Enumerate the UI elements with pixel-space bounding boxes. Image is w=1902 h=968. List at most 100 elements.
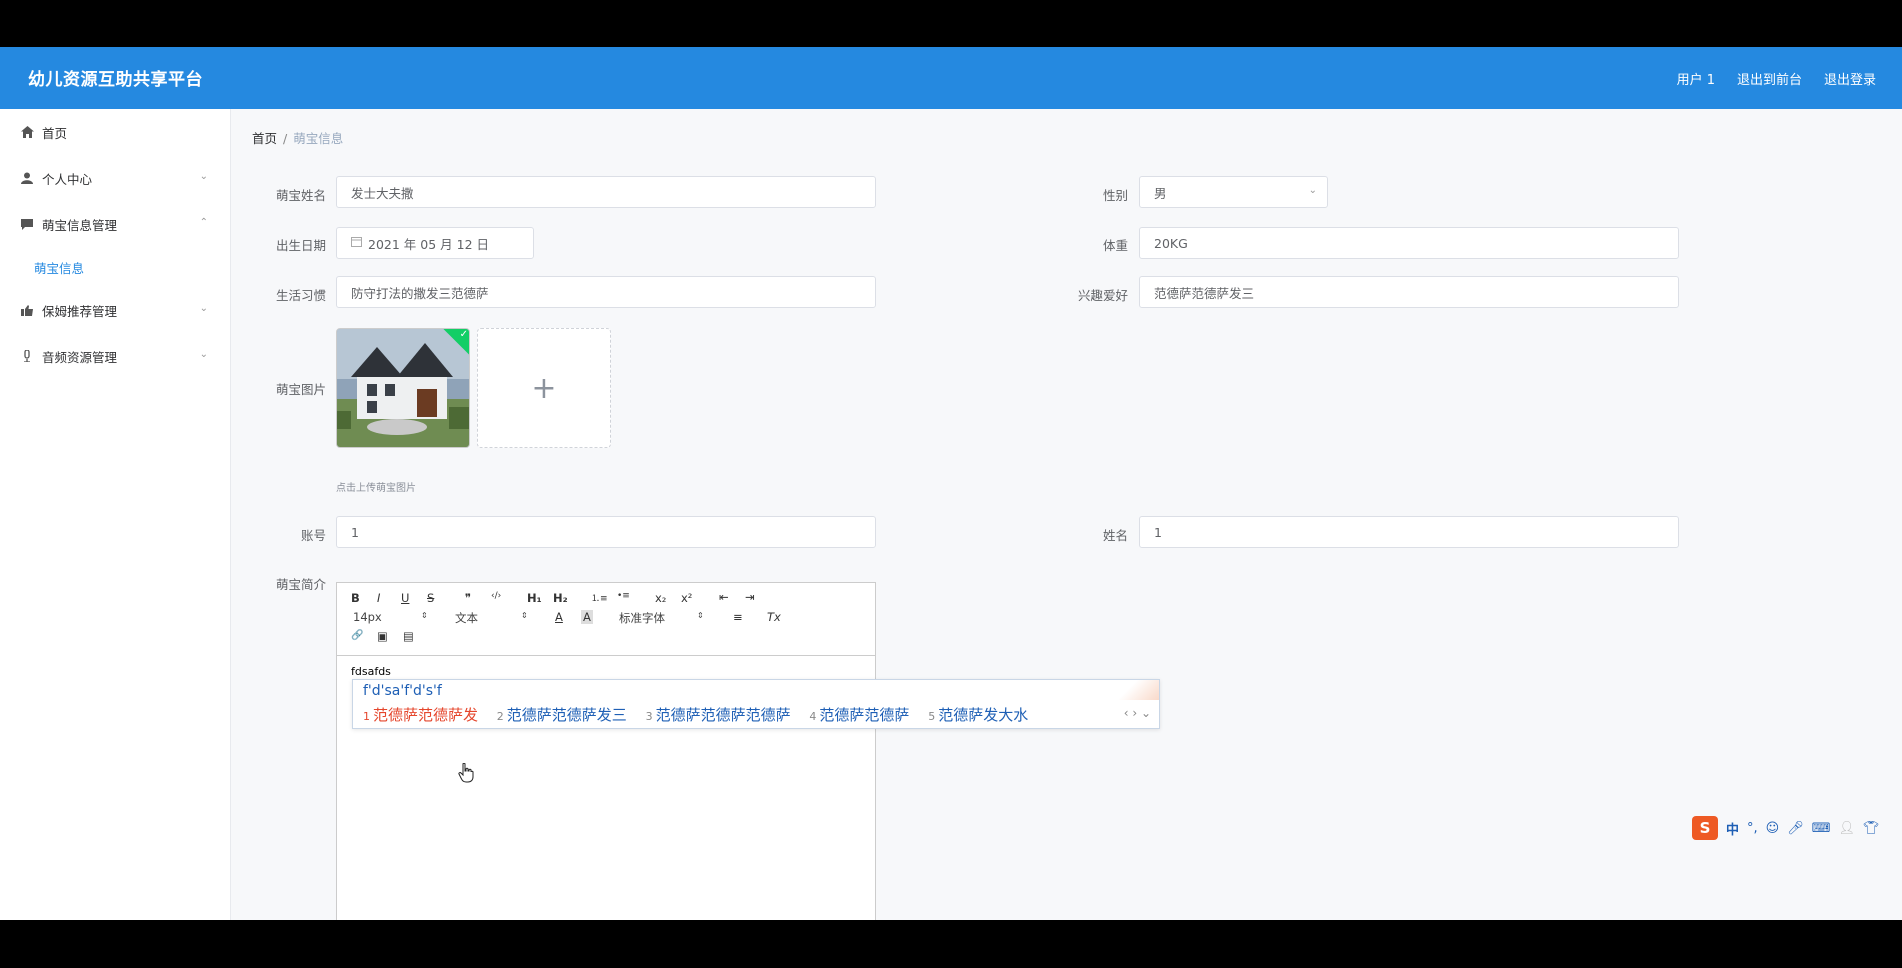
subscript-button[interactable]: x₂ [655,591,666,605]
chat-icon [20,217,34,231]
calendar-icon [351,236,362,250]
sidebar-item-label: 萌宝信息管理 [42,217,118,233]
background-color-button[interactable]: A [581,610,593,624]
select-arrows-icon: ⇕ [421,611,428,620]
house-image [337,329,469,447]
sidebar-item-personal[interactable]: 个人中心 ⌄ [0,155,230,201]
ordered-list-button[interactable]: ⒈≡ [591,591,608,604]
ime-punct-toggle[interactable]: °, [1747,821,1758,836]
breadcrumb-home[interactable]: 首页 [252,131,277,146]
sogou-logo-icon[interactable]: S [1692,816,1718,840]
logout-link[interactable]: 退出登录 [1824,69,1876,88]
baby-name-label: 萌宝姓名 [275,188,326,203]
ime-candidate-list: 1 范德萨范德萨发 2 范德萨范德萨发三 3 范德萨范德萨范德萨 4 范德萨范德萨 5范… [363,704,1042,725]
font-size-value: 14px [353,610,382,624]
gender-select[interactable]: 男 ⌄ [1139,176,1328,208]
ime-candidate[interactable]: 5 范德萨发大水 [928,704,1028,725]
hobby-label: 兴趣爱好 [1077,288,1128,303]
weight-input[interactable]: 20KG [1139,227,1679,259]
editor-toolbar: B I U S ❞ ‹/› H₁ H₂ ⒈≡ •≡ x₂ x² ⇤ ⇥ 14px… [337,583,875,656]
ime-candidate-window: f'd'sa'f'd's'f 1 范德萨范德萨发 2 范德萨范德萨发三 3 范德萨范德… [352,679,1160,729]
editor-content[interactable]: fdsafds [351,665,391,678]
ime-candidate[interactable]: 1 范德萨范德萨发 [363,704,478,725]
select-arrows-icon: ⇕ [521,611,528,620]
sidebar-item-label: 音频资源管理 [42,349,118,365]
link-button[interactable]: 🔗 [351,630,363,641]
user-menu[interactable]: 用户 1 [1677,69,1715,88]
sidebar-subitem-baby-info[interactable]: 萌宝信息 [0,247,230,287]
font-size-select[interactable]: 14px ⇕ [353,610,429,624]
header-type-select[interactable]: 文本 ⇕ [455,610,531,626]
outdent-button[interactable]: ⇤ [719,590,729,604]
app-window: 幼儿资源互助共享平台 用户 1 退出到前台 退出登录 首页 个人中心 ⌄ 萌宝信… [0,47,1902,920]
emoji-icon[interactable]: ☺ [1766,821,1780,836]
microphone-icon[interactable]: 🎤︎ [1787,821,1804,836]
ime-candidate[interactable]: 4 范德萨范德萨 [809,704,909,725]
blockquote-button[interactable]: ❞ [465,591,471,605]
upload-add-button[interactable]: + [477,328,611,448]
ime-page-nav[interactable]: ‹ › ⌄ [1124,706,1151,720]
ime-candidate[interactable]: 3 范德萨范德萨范德萨 [646,704,791,725]
gender-label: 性别 [1102,188,1128,203]
ime-decoration [1119,680,1159,700]
habit-input[interactable]: 防守打法的撒发三范德萨 [336,276,876,308]
top-right-links: 用户 1 退出到前台 退出登录 [1677,69,1876,88]
gender-value: 男 [1154,185,1167,201]
uploaded-photo[interactable]: ✓ [336,328,470,448]
header2-button[interactable]: H₂ [553,591,568,605]
user-icon[interactable]: 👤︎ [1839,821,1856,836]
sidebar-item-home[interactable]: 首页 [0,109,230,155]
birth-date-picker[interactable]: 2021 年 05 月 12 日 [336,227,534,259]
hand-cursor-icon [458,762,474,788]
italic-button[interactable]: I [377,591,380,605]
keyboard-icon[interactable]: ⌨ [1812,821,1831,836]
habit-label: 生活习惯 [275,288,326,303]
code-block-button[interactable]: ‹/› [491,591,501,601]
superscript-button[interactable]: x² [681,591,692,605]
strike-button[interactable]: S [427,591,434,605]
letterbox-top [0,0,1902,47]
sidebar-item-label: 保姆推荐管理 [42,303,118,319]
sidebar-item-nanny-mgmt[interactable]: 保姆推荐管理 ⌄ [0,287,230,333]
underline-button[interactable]: U [401,591,409,605]
breadcrumb-separator: / [283,131,288,146]
sidebar-subitem-label: 萌宝信息 [34,260,85,276]
user-icon [20,171,34,185]
birth-date-value: 2021 年 05 月 12 日 [368,236,489,252]
app-title: 幼儿资源互助共享平台 [28,70,203,90]
weight-label: 体重 [1102,238,1128,253]
microphone-icon [20,349,34,363]
align-button[interactable]: ≡ [733,610,743,624]
rich-text-editor: B I U S ❞ ‹/› H₁ H₂ ⒈≡ •≡ x₂ x² ⇤ ⇥ 14px… [336,582,876,920]
image-button[interactable]: ▣ [377,629,388,643]
letterbox-bottom [0,920,1902,968]
skin-icon[interactable]: 👕︎ [1863,821,1880,836]
top-navbar: 幼儿资源互助共享平台 用户 1 退出到前台 退出登录 [0,47,1902,109]
ime-composition: f'd'sa'f'd's'f [363,683,442,699]
back-to-frontend-link[interactable]: 退出到前台 [1737,69,1802,88]
bold-button[interactable]: B [351,591,360,605]
video-button[interactable]: ▤ [403,629,414,643]
ime-status-bar: S 中 °, ☺ 🎤︎ ⌨ 👤︎ 👕︎ [1692,815,1880,841]
ime-mode-toggle[interactable]: 中 [1726,819,1739,838]
font-family-select[interactable]: 标准字体 ⇕ [619,610,709,626]
realname-input[interactable]: 1 [1139,516,1679,548]
header1-button[interactable]: H₁ [527,591,542,605]
sidebar-item-audio-mgmt[interactable]: 音频资源管理 ⌄ [0,333,230,379]
account-label: 账号 [300,528,326,543]
font-color-button[interactable]: A [555,610,563,624]
chevron-down-icon: ⌄ [1308,185,1317,196]
bullet-list-button[interactable]: •≡ [617,591,630,601]
hobby-input[interactable]: 范德萨范德萨发三 [1139,276,1679,308]
font-family-value: 标准字体 [619,611,665,625]
sidebar-item-baby-info-mgmt[interactable]: 萌宝信息管理 ⌃ [0,201,230,247]
account-input[interactable]: 1 [336,516,876,548]
clear-format-button[interactable]: Tx [767,610,781,624]
indent-button[interactable]: ⇥ [745,590,755,604]
breadcrumb: 首页 / 萌宝信息 [252,128,343,147]
home-icon [20,125,34,139]
ime-candidate[interactable]: 2 范德萨范德萨发三 [497,704,627,725]
birth-date-label: 出生日期 [275,238,326,253]
realname-label: 姓名 [1102,528,1128,543]
baby-name-input[interactable]: 发士大夫撒 [336,176,876,208]
